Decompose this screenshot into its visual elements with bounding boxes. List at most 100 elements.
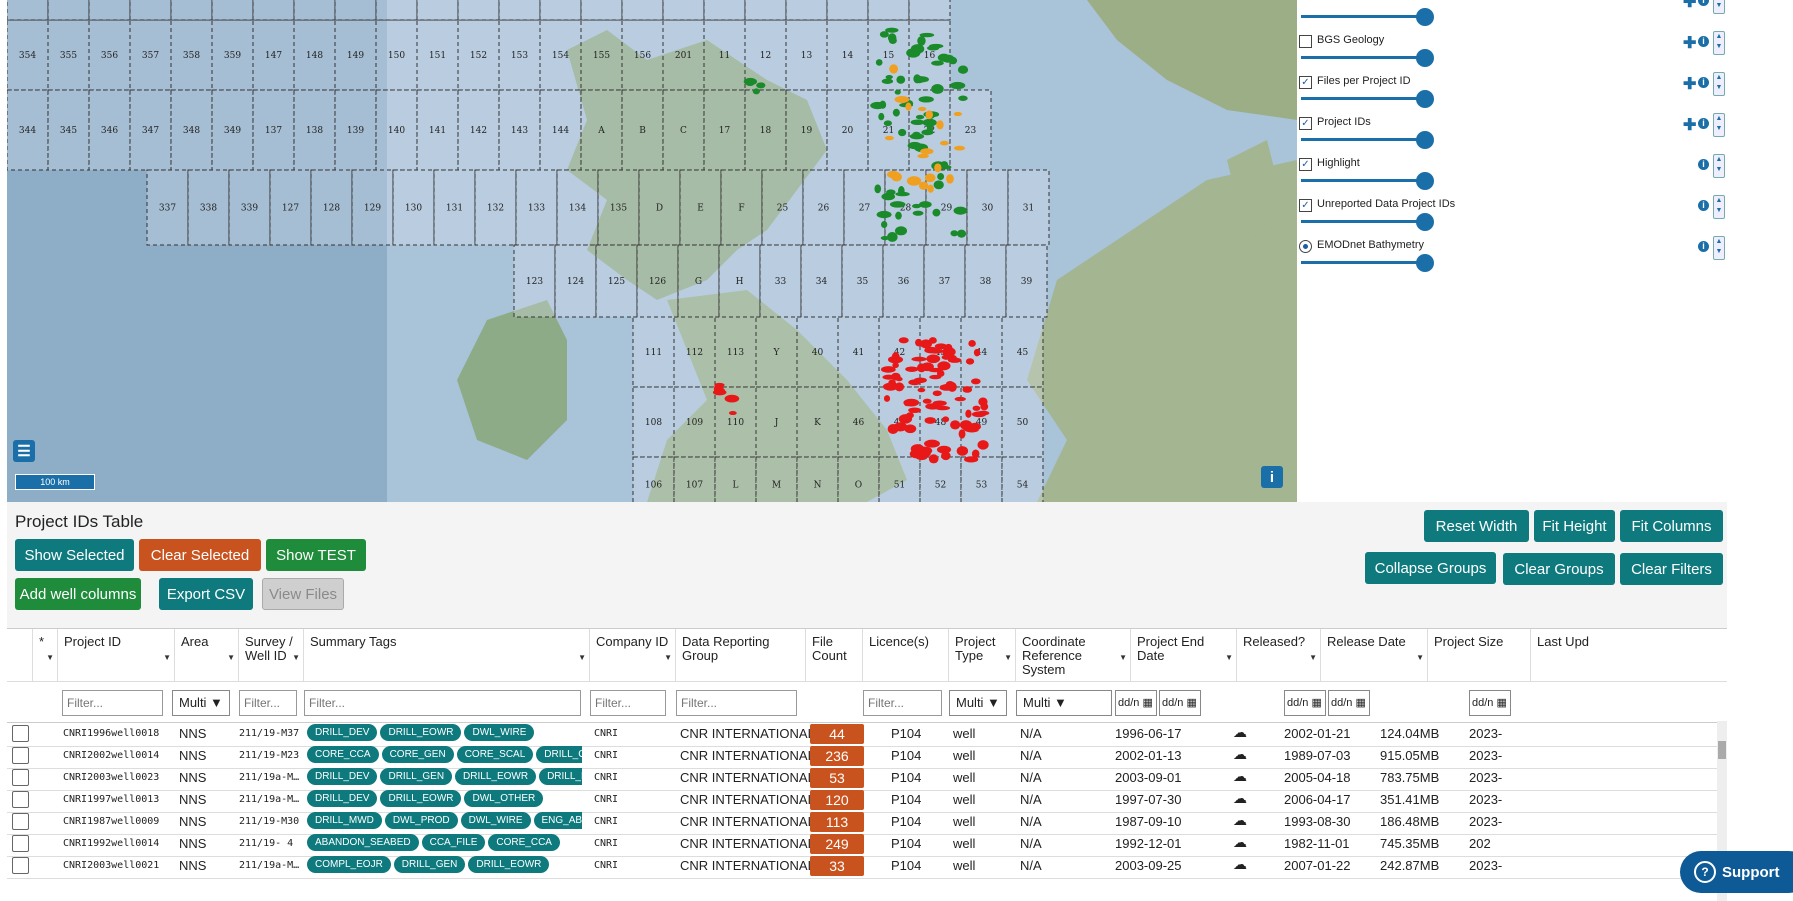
licence-block-cell[interactable] [744,0,787,21]
project-id-polygon[interactable] [910,119,925,126]
opacity-slider-handle[interactable] [1416,254,1434,272]
project-id-filter[interactable] [62,690,163,716]
unreported-project-polygon[interactable] [922,398,932,404]
layer-order-arrows[interactable]: ▲▼ [1713,72,1725,96]
highlight-polygon[interactable] [920,148,934,155]
summary-tag[interactable]: DRILL_EOWR [380,790,462,807]
project-id-polygon[interactable] [937,172,945,181]
unreported-project-polygon[interactable] [924,439,940,448]
highlight-polygon[interactable] [918,106,927,112]
project-type-filter[interactable]: Multi ▼ [949,690,1007,716]
layer-radio[interactable] [1299,240,1312,253]
summary-tag[interactable]: DRILL_EOWR [455,768,537,785]
add-layer-icon[interactable]: ✚ [1683,33,1696,53]
licence-block-cell[interactable] [960,456,1003,502]
project-id-polygon[interactable] [915,114,925,120]
unreported-project-polygon[interactable] [717,387,726,396]
layer-order-arrows[interactable]: ▲▼ [1713,31,1725,55]
legend-toggle-button[interactable]: ☰ [13,440,35,462]
row-checkbox[interactable] [12,813,29,830]
licence-block-cell[interactable] [129,0,172,21]
project-id-polygon[interactable] [894,226,908,236]
summary-tag[interactable]: CORE_CCA [307,746,379,763]
project-id-polygon[interactable] [940,161,949,168]
layer-info-icon[interactable]: i [1698,200,1709,211]
unreported-project-polygon[interactable] [906,412,914,419]
opacity-slider-track[interactable] [1301,15,1423,18]
unreported-project-polygon[interactable] [911,356,927,362]
collapse-groups-button[interactable]: Collapse Groups [1365,552,1496,584]
summary-tag[interactable]: COMPL_EOJR [307,856,391,873]
file-count-badge[interactable]: 53 [810,768,864,788]
layer-info-icon[interactable]: i [1698,36,1709,47]
layer-checkbox[interactable]: ✓ [1299,117,1312,130]
project-id-polygon[interactable] [953,206,968,215]
summary-tag[interactable]: ABANDON_SEABED [307,834,419,851]
project-id-polygon[interactable] [912,210,924,216]
unreported-project-polygon[interactable] [971,378,981,385]
project-id-polygon[interactable] [894,89,901,95]
project-id-polygon[interactable] [917,36,926,46]
project-id-polygon[interactable] [885,27,899,33]
project-id-polygon[interactable] [889,201,906,208]
highlight-polygon[interactable] [953,111,963,117]
unreported-project-polygon[interactable] [891,352,900,362]
layer-info-icon[interactable]: i [1698,241,1709,252]
project-id-polygon[interactable] [887,33,897,43]
layer-checkbox[interactable]: ✓ [1299,158,1312,171]
summary-tag[interactable]: DRILL_EOWR [380,724,462,741]
map-view[interactable]: 354 355 356 357 358 359 147 148 149 150 151 152 153 1… [7,0,1297,502]
opacity-slider-handle[interactable] [1416,131,1434,149]
highlight-polygon[interactable] [905,102,912,111]
unreported-project-polygon[interactable] [714,382,725,388]
project-id-polygon[interactable] [918,201,932,208]
add-layer-icon[interactable]: ✚ [1683,115,1696,135]
project-id-polygon[interactable] [876,210,892,219]
licence-block-cell[interactable] [1001,456,1044,502]
group-filter[interactable] [676,690,797,716]
licence-block-cell[interactable] [621,0,664,21]
column-menu-icon[interactable]: ▼ [1309,651,1317,665]
survey-filter[interactable] [239,690,297,716]
column-header-sel[interactable] [7,629,33,681]
project-id-polygon[interactable] [906,48,921,58]
project-id-polygon[interactable] [892,108,900,117]
project-id-polygon[interactable] [956,229,967,238]
project-id-polygon[interactable] [933,180,944,190]
file-count-badge[interactable]: 113 [810,812,864,832]
unreported-project-polygon[interactable] [883,395,891,402]
layer-order-arrows[interactable]: ▲▼ [1713,0,1725,14]
unreported-project-polygon[interactable] [728,410,737,416]
unreported-project-polygon[interactable] [913,377,927,384]
licence-block-cell[interactable] [673,456,716,502]
tags-filter[interactable] [304,690,581,716]
project-id-polygon[interactable] [918,96,934,103]
unreported-project-polygon[interactable] [977,410,990,416]
add-layer-icon[interactable]: ✚ [1683,0,1696,12]
opacity-slider-handle[interactable] [1416,213,1434,231]
licence-block-cell[interactable] [375,0,418,21]
licence-filter[interactable] [863,690,942,716]
opacity-slider-track[interactable] [1301,138,1423,141]
calendar-icon[interactable]: ▦ [1352,697,1365,709]
project-id-polygon[interactable] [957,65,969,74]
column-header-tags[interactable]: Summary Tags ▼ [304,629,590,681]
licence-block-cell[interactable] [632,456,675,502]
map-info-button[interactable]: i [1261,466,1283,488]
unreported-project-polygon[interactable] [895,376,903,382]
licence-block-cell[interactable] [334,0,377,21]
licence-block-cell[interactable] [293,0,336,21]
highlight-polygon[interactable] [934,163,942,173]
highlight-polygon[interactable] [889,64,899,74]
unreported-project-polygon[interactable] [894,382,905,392]
project-id-polygon[interactable] [879,100,887,109]
summary-tag[interactable]: DWL_WIRE [464,724,535,741]
highlight-polygon[interactable] [884,135,894,141]
unreported-project-polygon[interactable] [932,400,947,407]
layer-info-icon[interactable]: i [1698,118,1709,129]
file-count-badge[interactable]: 120 [810,790,864,810]
clear-filters-button[interactable]: Clear Filters [1620,553,1723,585]
highlight-polygon[interactable] [924,173,936,183]
project-id-polygon[interactable] [926,124,933,133]
project-id-polygon[interactable] [912,131,921,137]
